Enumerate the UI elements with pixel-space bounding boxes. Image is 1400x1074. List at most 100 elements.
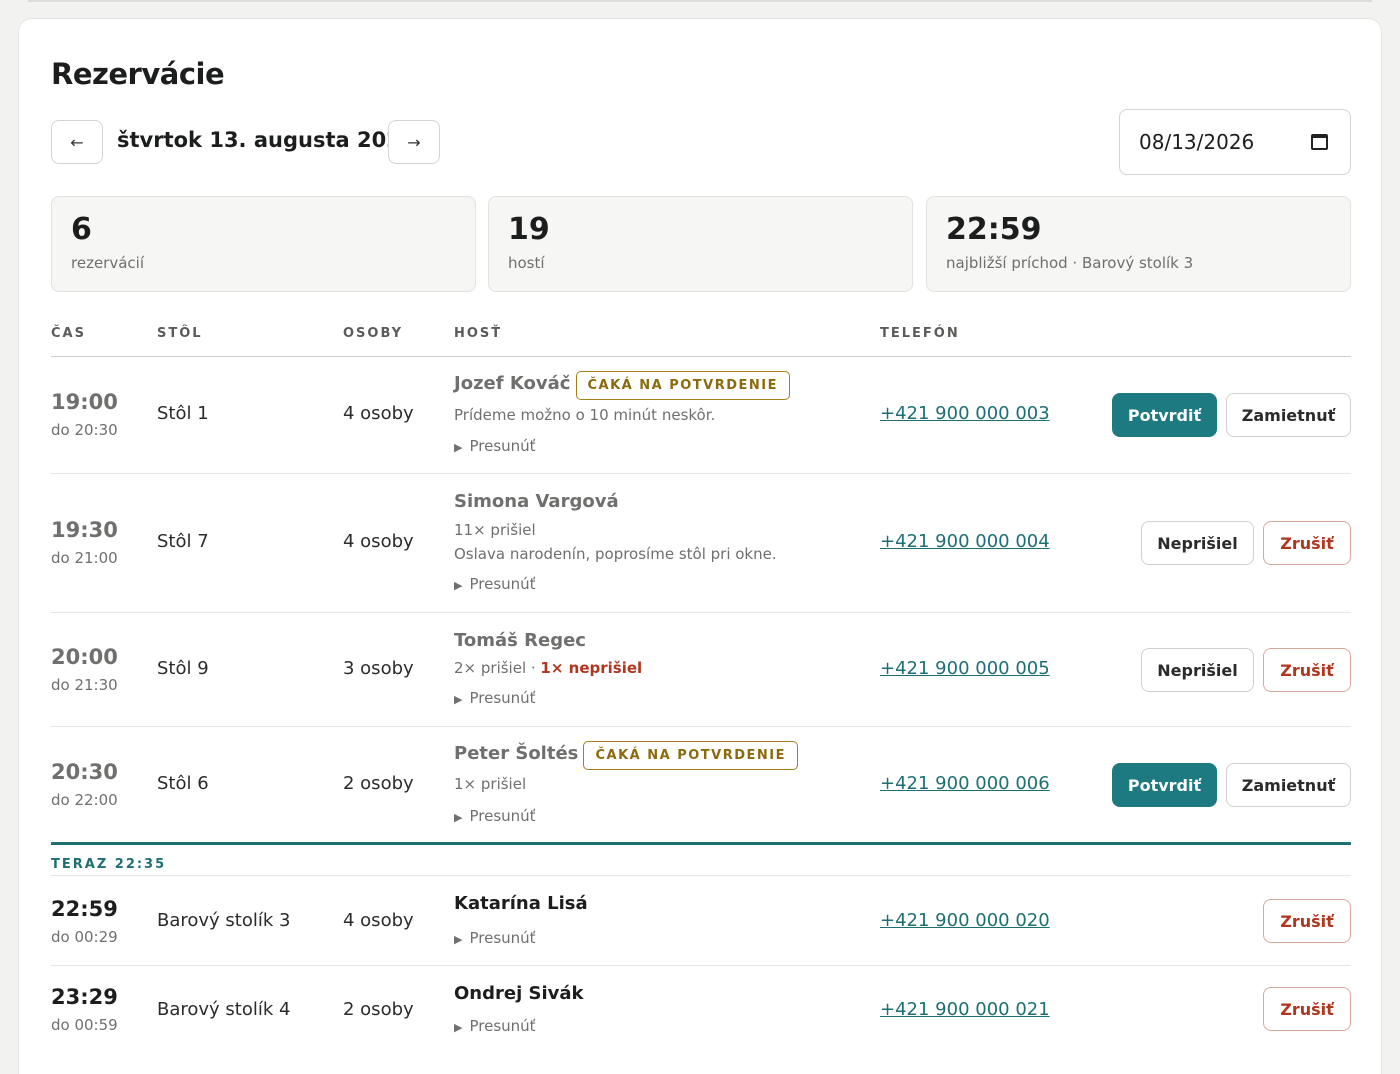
- move-label: Presunúť: [469, 689, 536, 707]
- cancel-button[interactable]: Zrušiť: [1263, 987, 1351, 1031]
- row-divider: [51, 473, 1351, 474]
- row-time: 22:59: [51, 897, 118, 921]
- move-toggle[interactable]: ▶ Presunúť: [454, 807, 536, 825]
- row-until: do 00:29: [51, 928, 118, 946]
- triangle-right-icon: ▶: [454, 811, 463, 824]
- row-persons: 4 osoby: [343, 910, 414, 931]
- row-time: 23:29: [51, 985, 118, 1009]
- row-table: Stôl 1: [157, 403, 209, 424]
- cancel-button[interactable]: Zrušiť: [1263, 648, 1351, 692]
- row-time: 20:30: [51, 760, 118, 784]
- row-persons: 2 osoby: [343, 773, 414, 794]
- guest-visits: 11× prišiel: [454, 521, 536, 539]
- move-label: Presunúť: [469, 437, 536, 455]
- guest-name: Tomáš Regec: [454, 630, 586, 651]
- move-toggle[interactable]: ▶ Presunúť: [454, 437, 536, 455]
- row-time: 19:30: [51, 518, 118, 542]
- column-header-phone: TELEFÓN: [880, 326, 960, 341]
- current-date-label: štvrtok 13. augusta 2026: [117, 128, 416, 152]
- status-badge: ČAKÁ NA POTVRDENIE: [583, 741, 798, 770]
- arrow-right-icon: →: [407, 132, 421, 152]
- move-toggle[interactable]: ▶ Presunúť: [454, 575, 536, 593]
- next-day-button[interactable]: →: [388, 120, 440, 164]
- phone-link[interactable]: +421 900 000 021: [880, 999, 1050, 1020]
- row-until: do 21:00: [51, 549, 118, 567]
- move-label: Presunúť: [469, 1017, 536, 1035]
- move-toggle[interactable]: ▶ Presunúť: [454, 929, 536, 947]
- row-table: Barový stolík 4: [157, 999, 291, 1020]
- stat-label: najbližší príchod · Barový stolík 3: [946, 254, 1194, 272]
- date-input[interactable]: 08/13/2026: [1119, 109, 1351, 175]
- guest-note: Prídeme možno o 10 minút neskôr.: [454, 406, 716, 424]
- confirm-button[interactable]: Potvrdiť: [1112, 763, 1217, 807]
- row-persons: 4 osoby: [343, 403, 414, 424]
- move-toggle[interactable]: ▶ Presunúť: [454, 689, 536, 707]
- column-header-guest: HOSŤ: [454, 326, 503, 341]
- reservations-card: Rezervácie ← štvrtok 13. augusta 2026 → …: [18, 18, 1382, 1074]
- guest-visits: 2× prišiel ·: [454, 659, 541, 677]
- row-table: Barový stolík 3: [157, 910, 291, 931]
- row-until: do 21:30: [51, 676, 118, 694]
- move-toggle[interactable]: ▶ Presunúť: [454, 1017, 536, 1035]
- row-guest-line: Peter Šoltés ČAKÁ NA POTVRDENIE: [454, 741, 798, 770]
- row-until: do 22:00: [51, 791, 118, 809]
- row-persons: 2 osoby: [343, 999, 414, 1020]
- reject-button[interactable]: Zamietnuť: [1226, 763, 1351, 807]
- no-show-button[interactable]: Neprišiel: [1141, 521, 1254, 565]
- prev-day-button[interactable]: ←: [51, 120, 103, 164]
- page-title: Rezervácie: [51, 57, 225, 91]
- reject-button[interactable]: Zamietnuť: [1226, 393, 1351, 437]
- column-header-persons: OSOBY: [343, 326, 404, 341]
- guest-name: Jozef Kováč: [454, 373, 571, 394]
- no-show-button[interactable]: Neprišiel: [1141, 648, 1254, 692]
- cancel-button[interactable]: Zrušiť: [1263, 521, 1351, 565]
- phone-link[interactable]: +421 900 000 003: [880, 403, 1050, 424]
- phone-link[interactable]: +421 900 000 005: [880, 658, 1050, 679]
- calendar-icon[interactable]: [1311, 134, 1328, 150]
- status-badge: ČAKÁ NA POTVRDENIE: [575, 371, 791, 400]
- cancel-button[interactable]: Zrušiť: [1263, 899, 1351, 943]
- phone-link[interactable]: +421 900 000 004: [880, 531, 1050, 552]
- stat-next-arrival: 22:59 najbližší príchod · Barový stolík …: [926, 196, 1351, 292]
- row-table: Stôl 7: [157, 531, 209, 552]
- row-time: 19:00: [51, 390, 118, 414]
- column-header-table: STÔL: [157, 326, 203, 341]
- row-persons: 3 osoby: [343, 658, 414, 679]
- guest-visits: 1× prišiel: [454, 775, 527, 793]
- now-marker-label: TERAZ 22:35: [51, 857, 167, 872]
- row-until: do 00:59: [51, 1016, 118, 1034]
- triangle-right-icon: ▶: [454, 441, 463, 454]
- row-time: 20:00: [51, 645, 118, 669]
- confirm-button[interactable]: Potvrdiť: [1112, 393, 1217, 437]
- triangle-right-icon: ▶: [454, 579, 463, 592]
- row-divider: [51, 875, 1351, 876]
- guest-name: Katarína Lisá: [454, 893, 588, 914]
- stat-value: 19: [508, 212, 550, 247]
- stat-value: 6: [71, 212, 92, 247]
- top-divider: [28, 0, 1372, 2]
- date-input-value: 08/13/2026: [1139, 130, 1255, 154]
- arrow-left-icon: ←: [70, 132, 84, 152]
- column-header-time: ČAS: [51, 326, 86, 341]
- row-divider: [51, 726, 1351, 727]
- stat-label: hostí: [508, 254, 545, 272]
- row-table: Stôl 6: [157, 773, 209, 794]
- row-until: do 20:30: [51, 421, 118, 439]
- row-divider: [51, 612, 1351, 613]
- phone-link[interactable]: +421 900 000 006: [880, 773, 1050, 794]
- now-marker-line: [51, 842, 1351, 845]
- row-table: Stôl 9: [157, 658, 209, 679]
- row-guest-line: Jozef Kováč ČAKÁ NA POTVRDENIE: [454, 371, 791, 400]
- stat-label: rezervácií: [71, 254, 144, 272]
- move-label: Presunúť: [469, 575, 536, 593]
- guest-noshows: 1× neprišiel: [540, 659, 643, 677]
- guest-name: Simona Vargová: [454, 491, 619, 512]
- guest-note: Oslava narodenín, poprosíme stôl pri okn…: [454, 545, 777, 563]
- triangle-right-icon: ▶: [454, 1021, 463, 1034]
- guest-visits-line: 2× prišiel · 1× neprišiel: [454, 659, 642, 677]
- triangle-right-icon: ▶: [454, 693, 463, 706]
- move-label: Presunúť: [469, 807, 536, 825]
- stat-guests: 19 hostí: [488, 196, 913, 292]
- phone-link[interactable]: +421 900 000 020: [880, 910, 1050, 931]
- guest-name: Ondrej Sivák: [454, 983, 584, 1004]
